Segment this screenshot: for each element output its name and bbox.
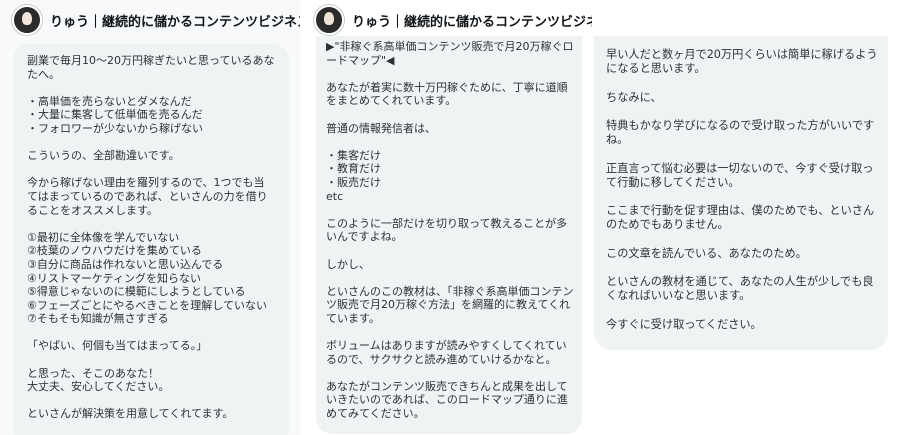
tweet-header: りゅう｜継続的に儲かるコンテンツビジネス構築	[0, 0, 300, 40]
screenshot-panel-3: 早い人だと数ヶ月で20万円くらいは簡単に稼げるようになると思います。 ちなみに、…	[592, 0, 902, 435]
message-bubble: 早い人だと数ヶ月で20万円くらいは簡単に稼げるようになると思います。 ちなみに、…	[594, 36, 888, 350]
message-bubble: 副業で毎月10〜20万円稼ぎたいと思っているあなたへ。 ・高単価を売らないとダメ…	[13, 44, 289, 435]
author-name[interactable]: りゅう｜継続的に儲かるコンテンツビジネス構築	[50, 11, 300, 30]
author-name[interactable]: りゅう｜継続的に儲かるコンテンツビジネス構築屋｜	[352, 11, 592, 30]
message-text: 早い人だと数ヶ月で20万円くらいは簡単に稼げるようになると思います。 ちなみに、…	[606, 48, 878, 331]
message-text: 副業で毎月10〜20万円稼ぎたいと思っているあなたへ。 ・高単価を売らないとダメ…	[27, 54, 275, 421]
screenshot-panel-1: りゅう｜継続的に儲かるコンテンツビジネス構築 副業で毎月10〜20万円稼ぎたいと…	[0, 0, 300, 435]
screenshot-panel-2: りゅう｜継続的に儲かるコンテンツビジネス構築屋｜ ✓ ▶"非稼ぐ系高単価コンテン…	[306, 0, 592, 435]
tweet-header: りゅう｜継続的に儲かるコンテンツビジネス構築屋｜ ✓	[306, 0, 592, 40]
author-avatar[interactable]	[314, 5, 344, 35]
message-bubble: ▶"非稼ぐ系高単価コンテンツ販売で月20万稼ぐロードマップ"◀ あなたが着実に数…	[316, 36, 582, 434]
author-avatar[interactable]	[12, 5, 42, 35]
message-text: ▶"非稼ぐ系高単価コンテンツ販売で月20万稼ぐロードマップ"◀ あなたが着実に数…	[326, 40, 574, 421]
